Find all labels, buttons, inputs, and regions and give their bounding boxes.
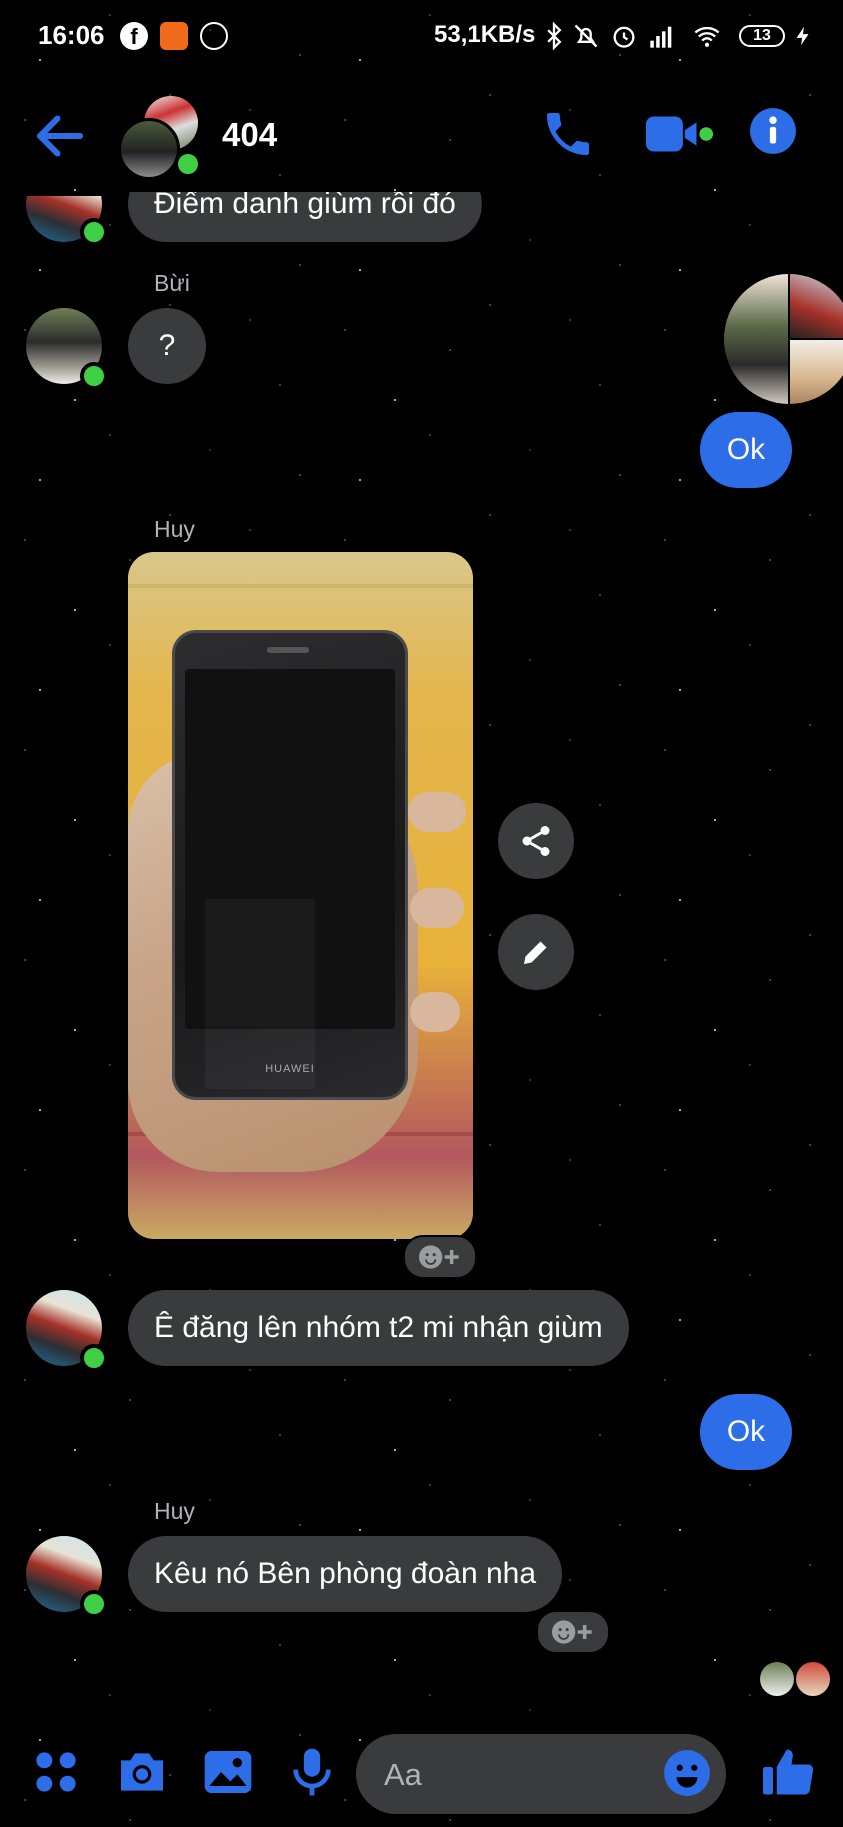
status-time: 16:06 xyxy=(38,20,105,50)
online-indicator xyxy=(80,1590,108,1618)
emoji-icon[interactable] xyxy=(662,1748,712,1798)
camera-icon[interactable] xyxy=(114,1744,170,1800)
messenger-icon xyxy=(200,22,228,50)
read-receipt-avatar xyxy=(796,1662,830,1696)
share-icon xyxy=(522,826,550,856)
bluetooth-icon xyxy=(547,22,562,50)
status-bar: 16:06 f 53,1KB/s 13 xyxy=(0,0,843,76)
wifi-icon xyxy=(694,26,720,47)
add-reaction-button[interactable] xyxy=(536,1610,610,1654)
back-arrow-icon[interactable] xyxy=(30,106,90,166)
online-indicator xyxy=(80,218,108,246)
alarm-icon xyxy=(613,26,635,48)
menu-dots-icon[interactable] xyxy=(28,1744,84,1800)
video-call-icon[interactable] xyxy=(644,110,714,158)
add-reaction-icon xyxy=(552,1620,592,1644)
message-bubble[interactable]: Ê đăng lên nhóm t2 mi nhận giùm xyxy=(128,1290,629,1366)
sender-name: Huy xyxy=(154,1498,195,1524)
online-indicator xyxy=(174,150,202,178)
info-icon[interactable] xyxy=(748,106,798,156)
read-receipt-avatar xyxy=(760,1662,794,1696)
photo-attachment[interactable]: HUAWEI xyxy=(128,552,473,1239)
add-reaction-button[interactable] xyxy=(403,1235,477,1279)
conversation-header: 404 xyxy=(0,76,843,196)
online-indicator xyxy=(80,1344,108,1372)
edit-photo-button[interactable] xyxy=(498,914,574,990)
microphone-icon[interactable] xyxy=(284,1744,340,1800)
charging-icon xyxy=(796,26,809,46)
group-seen-avatar xyxy=(724,274,843,404)
mute-icon xyxy=(574,24,598,48)
thumbs-up-icon[interactable] xyxy=(758,1742,818,1802)
add-reaction-icon xyxy=(419,1245,459,1269)
photo-phone: HUAWEI xyxy=(172,630,408,1100)
group-avatar-bottom[interactable] xyxy=(118,118,180,180)
message-bubble[interactable]: ? xyxy=(128,308,206,384)
sender-name: Bừi xyxy=(154,270,190,296)
online-indicator xyxy=(80,362,108,390)
message-input[interactable] xyxy=(382,1750,646,1800)
mi-store-icon xyxy=(160,22,188,50)
phone-brand-text: HUAWEI xyxy=(265,1063,315,1075)
facebook-icon: f xyxy=(120,22,148,50)
message-input-box[interactable] xyxy=(356,1734,726,1814)
battery-icon: 13 xyxy=(739,25,785,47)
phone-call-icon[interactable] xyxy=(540,106,596,162)
share-button[interactable] xyxy=(498,803,574,879)
conversation-title[interactable]: 404 xyxy=(222,116,277,154)
network-speed: 53,1KB/s xyxy=(434,21,536,48)
message-bubble[interactable]: Kêu nó Bên phòng đoàn nha xyxy=(128,1536,563,1612)
sender-name: Huy xyxy=(154,516,195,542)
message-bubble-outgoing[interactable]: Ok xyxy=(700,1394,792,1470)
edit-icon xyxy=(524,941,547,964)
message-composer xyxy=(0,1722,843,1827)
message-bubble-outgoing[interactable]: Ok xyxy=(700,412,792,488)
gallery-icon[interactable] xyxy=(200,1744,256,1800)
signal-icon xyxy=(650,26,672,48)
